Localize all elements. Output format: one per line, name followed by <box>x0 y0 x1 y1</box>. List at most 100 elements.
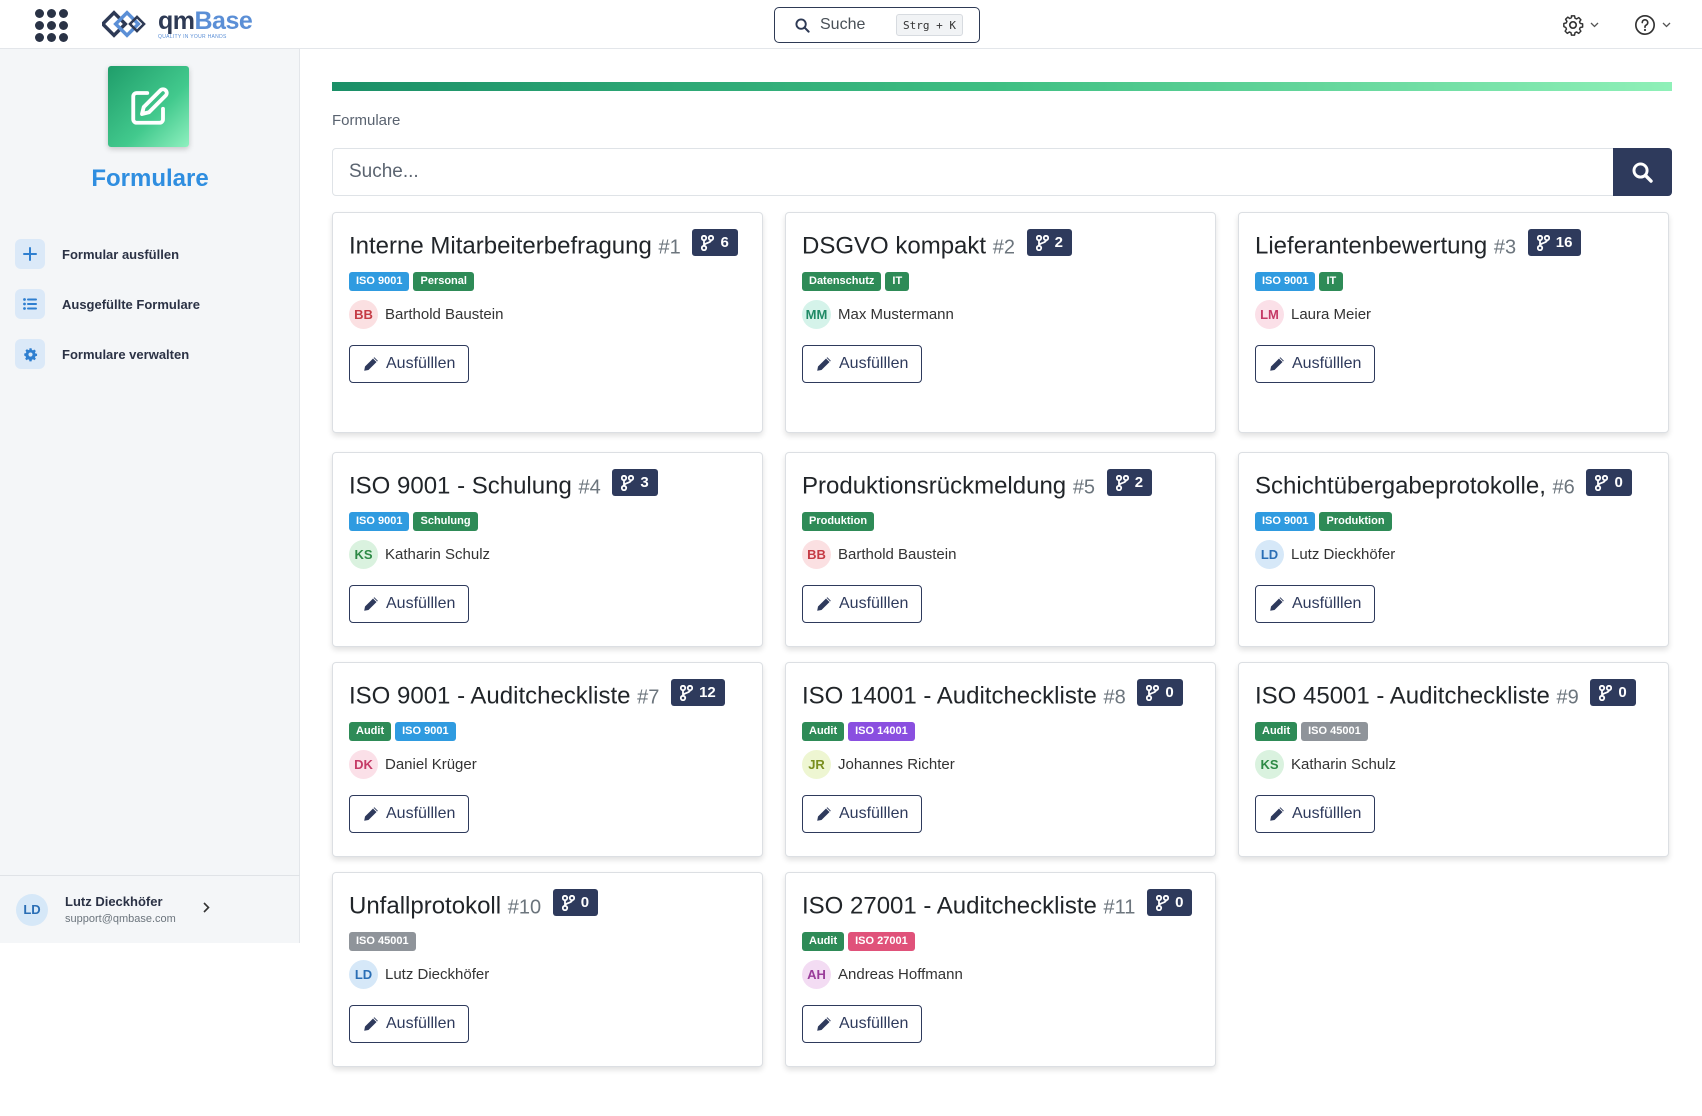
avatar: BB <box>802 540 831 569</box>
form-number: #8 <box>1103 686 1126 709</box>
sidebar-item-formulare-verwalten[interactable]: Formulare verwalten <box>15 339 285 369</box>
fill-form-button[interactable]: Ausfülllen <box>802 584 923 623</box>
version-count: 2 <box>1054 234 1063 251</box>
user-profile[interactable]: LD Lutz Dieckhöfer support@qmbase.com <box>0 875 300 943</box>
form-card-title: ISO 9001 - Schulung #4 3 <box>349 469 746 504</box>
help-icon <box>1635 15 1655 35</box>
form-card-title: Unfallprotokoll #10 0 <box>349 889 746 924</box>
form-owner: LD Lutz Dieckhöfer <box>349 960 746 990</box>
fill-form-label: Ausfülllen <box>1292 594 1362 612</box>
version-count-badge: 2 <box>1106 469 1153 496</box>
fill-form-button[interactable]: Ausfülllen <box>1255 584 1376 623</box>
fill-form-button[interactable]: Ausfülllen <box>349 1004 470 1043</box>
form-title-text: Unfallprotokoll <box>349 892 508 920</box>
version-count-badge: 16 <box>1527 229 1582 256</box>
owner-name: Max Mustermann <box>838 306 954 323</box>
form-search <box>332 148 1672 196</box>
owner-name: Barthold Baustein <box>838 546 957 563</box>
search-shortcut: Strg + K <box>896 14 963 36</box>
form-card-title: ISO 27001 - Auditcheckliste #11 0 <box>802 889 1199 924</box>
form-card-title: ISO 14001 - Auditcheckliste #8 0 <box>802 679 1199 714</box>
logo-tagline: QUALITY IN YOUR HANDS <box>158 33 227 40</box>
tag-list: ISO 9001 Personal <box>349 271 746 291</box>
fill-form-label: Ausfülllen <box>386 354 456 372</box>
app-grid-icon[interactable] <box>35 9 68 42</box>
owner-name: Andreas Hoffmann <box>838 966 963 983</box>
sidebar-item-ausgefuellte-formulare[interactable]: Ausgefüllte Formulare <box>15 289 285 319</box>
fill-form-button[interactable]: Ausfülllen <box>802 1004 923 1043</box>
pen-icon <box>364 596 378 611</box>
version-count-badge: 0 <box>1590 679 1636 706</box>
form-number: #1 <box>658 236 681 259</box>
gear-icon <box>1563 15 1584 36</box>
tag-badge: IT <box>1319 271 1344 291</box>
tag-badge: ISO 14001 <box>848 721 915 741</box>
form-title-text: ISO 45001 - Auditcheckliste <box>1255 682 1557 710</box>
qmbase-logo[interactable]: qmBase QUALITY IN YOUR HANDS <box>102 7 253 41</box>
global-search-button[interactable]: Suche Strg + K <box>774 7 980 43</box>
gear-icon <box>15 339 45 369</box>
global-search-label: Suche <box>820 16 866 33</box>
fill-form-button[interactable]: Ausfülllen <box>802 794 923 833</box>
version-count: 0 <box>1618 684 1627 701</box>
branch-icon <box>1115 474 1129 491</box>
form-number: #4 <box>578 476 601 499</box>
form-card-title: Schichtübergabeprotokolle, #6 0 <box>1255 469 1652 504</box>
tag-badge: ISO 9001 <box>395 721 456 741</box>
version-count: 0 <box>1165 684 1174 701</box>
version-count: 0 <box>1175 894 1184 911</box>
fill-form-label: Ausfülllen <box>839 594 909 612</box>
pen-icon <box>364 1016 378 1031</box>
help-menu[interactable] <box>1634 12 1671 38</box>
fill-form-button[interactable]: Ausfülllen <box>349 584 470 623</box>
form-card-title: ISO 45001 - Auditcheckliste #9 0 <box>1255 679 1652 714</box>
tag-badge: ISO 27001 <box>848 931 915 951</box>
form-card: ISO 45001 - Auditcheckliste #9 0 Audit ISO… <box>1238 662 1669 857</box>
fill-form-button[interactable]: Ausfülllen <box>349 344 470 383</box>
form-owner: LD Lutz Dieckhöfer <box>1255 540 1652 570</box>
fill-form-label: Ausfülllen <box>839 354 909 372</box>
avatar: JR <box>802 750 831 779</box>
progress-bar <box>332 82 1672 91</box>
avatar: LD <box>349 960 378 989</box>
chevron-right-icon <box>203 902 210 913</box>
form-number: #11 <box>1103 896 1136 919</box>
settings-menu[interactable] <box>1562 12 1599 38</box>
branch-icon <box>1035 234 1049 251</box>
form-number: #6 <box>1552 476 1575 499</box>
fill-form-button[interactable]: Ausfülllen <box>802 344 923 383</box>
tag-list: Audit ISO 9001 <box>349 721 746 741</box>
pen-icon <box>817 356 831 371</box>
form-number: #7 <box>637 686 660 709</box>
fill-form-button[interactable]: Ausfülllen <box>349 794 470 833</box>
tag-list: Audit ISO 14001 <box>802 721 1199 741</box>
avatar: LD <box>1255 540 1284 569</box>
form-title-text: Interne Mitarbeiterbefragung <box>349 232 659 260</box>
form-card-title: ISO 9001 - Auditcheckliste #7 12 <box>349 679 746 714</box>
owner-name: Johannes Richter <box>838 756 955 773</box>
pen-icon <box>1270 596 1284 611</box>
form-owner: KS Katharin Schulz <box>349 540 746 570</box>
tag-list: Produktion <box>802 511 1199 531</box>
version-count: 2 <box>1134 474 1144 491</box>
tag-badge: Audit <box>1255 721 1298 741</box>
form-card: Interne Mitarbeiterbefragung #1 6 ISO 900… <box>332 212 763 433</box>
fill-form-button[interactable]: Ausfülllen <box>1255 794 1376 833</box>
module-logo <box>108 66 189 147</box>
progress-bar-fill <box>332 82 1672 91</box>
tag-list: Audit ISO 27001 <box>802 931 1199 951</box>
branch-icon <box>680 684 694 701</box>
form-owner: BB Barthold Baustein <box>349 300 746 330</box>
sidebar-item-formular-ausfuellen[interactable]: Formular ausfüllen <box>15 239 285 269</box>
fill-form-label: Ausfülllen <box>1292 804 1362 822</box>
logo-mark-icon <box>102 10 146 38</box>
search-input[interactable] <box>333 149 1613 195</box>
branch-icon <box>701 234 715 251</box>
form-card: ISO 14001 - Auditcheckliste #8 0 Audit ISO… <box>785 662 1216 857</box>
search-button[interactable] <box>1613 148 1672 196</box>
fill-form-button[interactable]: Ausfülllen <box>1255 344 1376 383</box>
form-title-text: DSGVO kompakt <box>802 232 993 260</box>
owner-name: Barthold Baustein <box>385 306 504 323</box>
branch-icon <box>1595 474 1609 491</box>
user-name: Lutz Dieckhöfer <box>65 894 163 909</box>
